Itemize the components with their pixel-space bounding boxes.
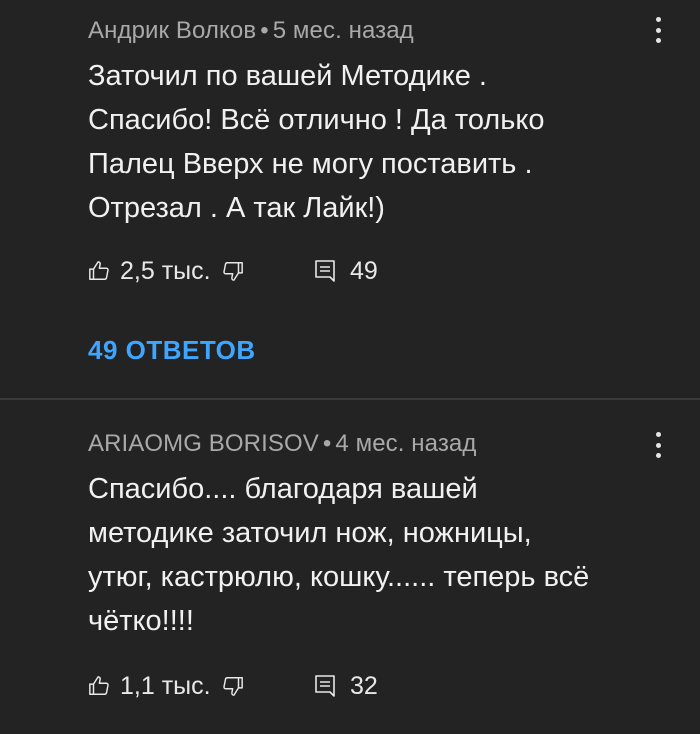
comment-text-line: Спасибо.... благодаря вашей [88, 473, 478, 505]
comment-icon [315, 260, 335, 282]
comment-author[interactable]: Андрик Волков [88, 17, 256, 44]
comment-item: Андрик Волков • 5 мес. назад Заточил по ва… [0, 0, 700, 398]
comment-text-line: утюг, кастрюлю, кошку...... теперь всё [88, 561, 590, 593]
thumb-down-icon [223, 262, 243, 281]
more-options-button[interactable] [652, 430, 664, 460]
comment-text-line: чётко!!!! [88, 605, 194, 637]
reply-count: 32 [350, 671, 378, 700]
meta-separator: • [322, 430, 332, 457]
reply-button[interactable]: 49 [314, 257, 378, 286]
comment-time: 4 мес. назад [335, 430, 477, 457]
comment-author[interactable]: ARIAOMG BORISOV [88, 430, 319, 457]
reply-button[interactable]: 32 [314, 672, 378, 701]
more-vert-icon [655, 17, 661, 22]
comment-time: 5 мес. назад [272, 17, 414, 44]
comment-text-line: методике заточил нож, ножницы, [88, 517, 532, 549]
comment-header: Андрик Волков • 5 мес. назад [88, 17, 414, 45]
comment-text-line: Спасибо! Всё отлично ! Да только [88, 104, 545, 136]
comment-text-line: Заточил по вашей Методике . [88, 60, 487, 92]
reply-count: 49 [350, 256, 378, 285]
comment-text-line: Палец Вверх не могу поставить . [88, 148, 533, 180]
comment-actions: 1,1 тыс. 32 [88, 669, 378, 703]
like-button[interactable]: 2,5 тыс. [88, 257, 222, 286]
thumb-up-icon [89, 261, 109, 280]
comment-item: ARIAOMG BORISOV • 4 мес. назад Спасибо....… [0, 400, 700, 734]
comment-actions: 2,5 тыс. 49 [88, 254, 378, 288]
view-replies-link[interactable]: 49 ОТВЕТОВ [88, 335, 256, 366]
dislike-button[interactable] [222, 675, 314, 697]
thumb-down-icon [223, 677, 243, 696]
meta-separator: • [260, 17, 269, 44]
comment-text: Заточил по вашей Методике . Спасибо! Всё… [88, 54, 648, 230]
like-button[interactable]: 1,1 тыс. [88, 672, 222, 701]
like-count: 1,1 тыс. [120, 671, 211, 700]
comment-icon [315, 675, 335, 697]
comment-text-line: Отрезал . А так Лайк!) [88, 192, 385, 224]
more-vert-icon [655, 432, 661, 437]
comment-text: Спасибо.... благодаря вашей методике зат… [88, 467, 648, 643]
like-count: 2,5 тыс. [120, 256, 211, 285]
more-options-button[interactable] [652, 15, 664, 45]
comment-header: ARIAOMG BORISOV • 4 мес. назад [88, 430, 476, 458]
thumb-up-icon [89, 676, 109, 695]
dislike-button[interactable] [222, 260, 314, 282]
